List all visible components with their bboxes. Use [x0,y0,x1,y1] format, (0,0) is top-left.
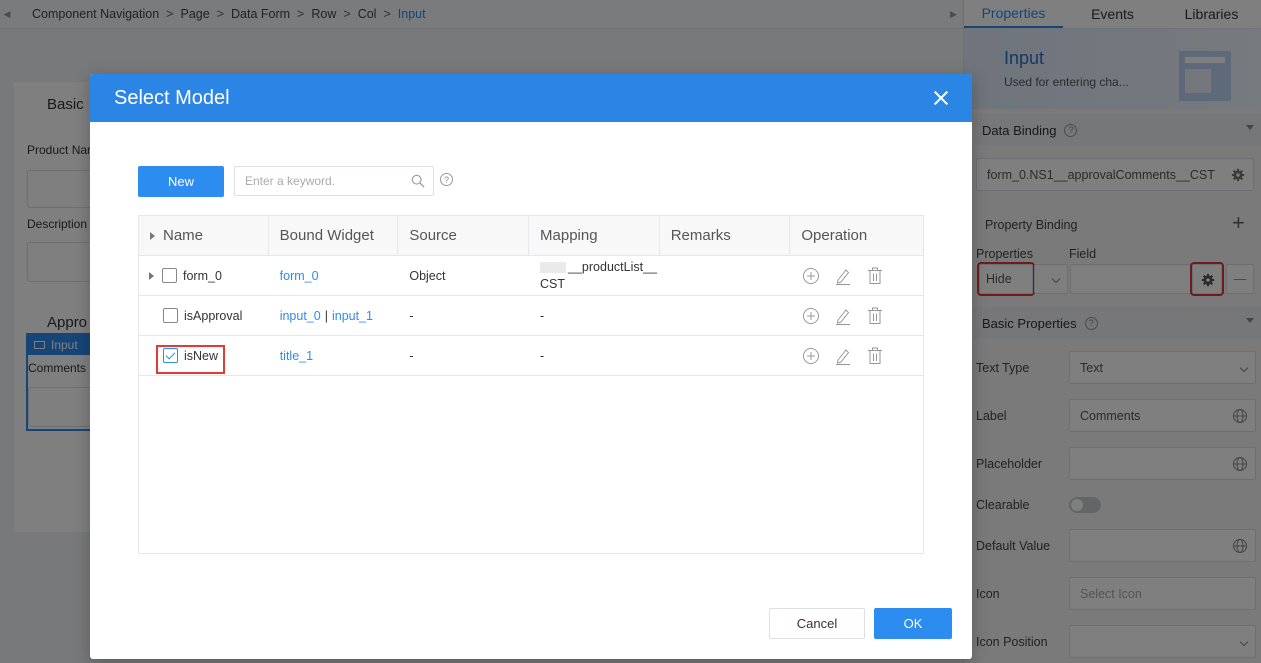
column-header-operation: Operation [801,227,868,244]
add-icon[interactable] [801,306,821,326]
row-name: form_0 [183,268,222,283]
row-remarks [660,336,791,375]
row-mapping-cont: CST [540,276,566,291]
row-source: - [409,348,414,363]
search-icon[interactable] [411,174,425,188]
dialog-title: Select Model [114,86,230,109]
row-name: isApproval [184,308,243,323]
row-mapping: - [540,308,545,323]
delete-icon[interactable] [865,306,885,326]
dialog-header: Select Model [90,74,972,122]
table-header: Name Bound Widget Source Mapping Remarks… [139,216,923,256]
expand-all-icon[interactable] [150,231,155,240]
column-header-mapping: Mapping [529,216,660,255]
column-header-bound-widget: Bound Widget [269,216,399,255]
delete-icon[interactable] [865,346,885,366]
ok-button[interactable]: OK [874,608,952,639]
row-mapping: - [540,348,545,363]
bound-widget-link[interactable]: form_0 [280,269,319,283]
redacted-text [540,261,567,273]
row-checkbox[interactable] [163,308,178,323]
edit-icon[interactable] [833,266,853,286]
search-input[interactable] [235,167,405,195]
bound-widget-link[interactable]: title_1 [280,349,313,363]
table-row: isNew title_1 - - [139,336,923,376]
delete-icon[interactable] [865,266,885,286]
row-remarks [660,256,791,295]
new-button[interactable]: New [138,166,224,197]
search-field[interactable] [234,166,434,196]
table-row: form_0 form_0 Object __productList__ CST [139,256,923,296]
column-header-name[interactable]: Name [139,216,269,255]
column-header-source: Source [398,216,530,255]
widget-separator: | [324,308,328,323]
row-remarks [660,296,791,335]
row-checkbox[interactable] [163,348,178,363]
help-icon[interactable]: ? [440,173,453,186]
select-model-dialog: Select Model New ? Name Bound Widget Sou… [90,74,972,659]
edit-icon[interactable] [833,306,853,326]
cancel-button[interactable]: Cancel [769,608,865,639]
row-source: Object [409,268,446,283]
row-checkbox[interactable] [162,268,177,283]
edit-icon[interactable] [833,346,853,366]
bound-widget-link[interactable]: input_1 [332,309,373,323]
bound-widget-link[interactable]: input_0 [280,309,321,323]
table-row: isApproval input_0 | input_1 - - [139,296,923,336]
add-icon[interactable] [801,346,821,366]
column-header-remarks: Remarks [660,216,791,255]
row-mapping: __productList__ [568,259,657,274]
model-table: Name Bound Widget Source Mapping Remarks… [138,215,924,554]
expand-row-icon[interactable] [149,271,154,280]
add-icon[interactable] [801,266,821,286]
row-source: - [409,308,414,323]
close-icon[interactable] [932,89,950,107]
